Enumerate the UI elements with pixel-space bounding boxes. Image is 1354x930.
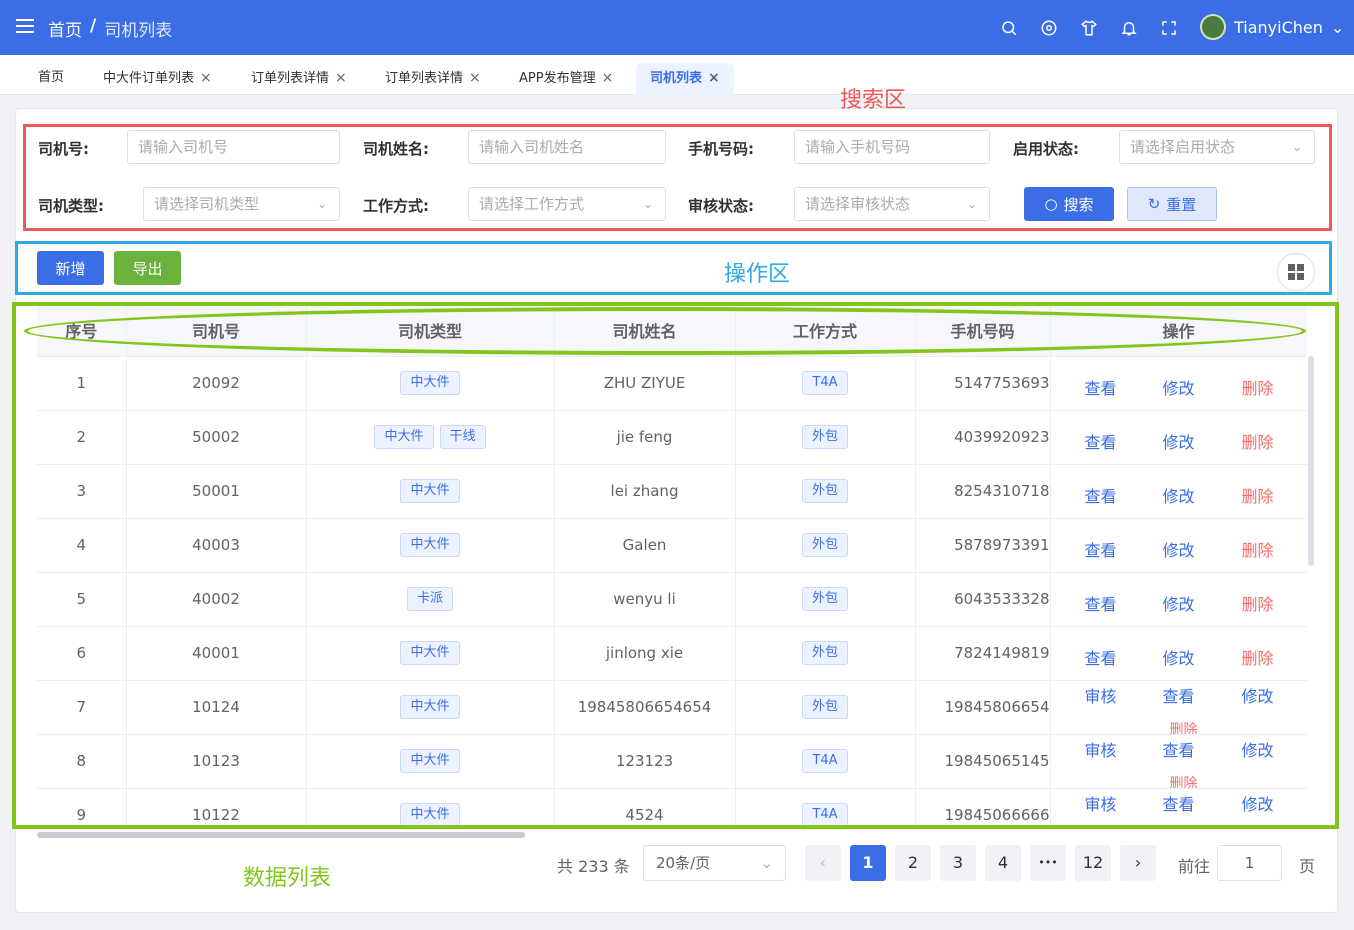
chevron-down-icon: ⌄ (642, 197, 653, 211)
page-size-select[interactable]: 20条/页 ⌄ (643, 845, 786, 881)
breadcrumb-home[interactable]: 首页 (48, 16, 82, 41)
page-2[interactable]: 2 (895, 845, 931, 881)
phone-input[interactable]: 请输入手机号码 (794, 130, 990, 164)
review-status-label: 审核状态: (688, 197, 754, 215)
tab-driver-list[interactable]: 司机列表 × (636, 63, 734, 95)
grid-icon (1288, 264, 1304, 280)
fullscreen-icon[interactable] (1158, 17, 1180, 39)
tab-order-detail-1[interactable]: 订单列表详情 × (237, 63, 361, 95)
breadcrumb-current: 司机列表 (104, 21, 173, 41)
goto-page-input[interactable]: 1 (1217, 845, 1282, 881)
close-icon[interactable]: × (708, 70, 720, 86)
next-page-button[interactable]: › (1120, 845, 1156, 881)
tab-order-detail-2[interactable]: 订单列表详情 × (371, 63, 495, 95)
driver-no-label: 司机号: (38, 140, 89, 158)
review-status-select[interactable]: 请选择审核状态 ⌄ (794, 187, 990, 221)
github-icon[interactable] (1038, 17, 1060, 39)
work-mode-select[interactable]: 请选择工作方式 ⌄ (468, 187, 666, 221)
driver-type-label: 司机类型: (38, 197, 104, 215)
chevron-down-icon: ⌄ (316, 197, 327, 211)
tab-app-release[interactable]: APP发布管理 × (505, 63, 627, 95)
username: TianyiChen (1234, 17, 1323, 37)
enabled-status-select[interactable]: 请选择启用状态 ⌄ (1119, 130, 1315, 164)
enabled-status-label: 启用状态: (1013, 140, 1079, 158)
search-icon: ○ (1044, 195, 1058, 213)
prev-page-button[interactable]: ‹ (805, 845, 841, 881)
avatar (1200, 14, 1226, 40)
page-3[interactable]: 3 (940, 845, 976, 881)
driver-type-select[interactable]: 请选择司机类型 ⌄ (143, 187, 340, 221)
total-count: 共 233 条 (557, 857, 630, 876)
data-zone-label: 数据列表 (243, 866, 332, 891)
chevron-down-icon: ⌄ (1291, 140, 1302, 154)
search-button[interactable]: ○ 搜索 (1024, 187, 1114, 221)
goto-suffix: 页 (1299, 857, 1316, 876)
chevron-down-icon: ⌄ (966, 197, 977, 211)
tabs-bar: 首页 中大件订单列表 × 订单列表详情 × 订单列表详情 × APP发布管理 × 司机列… (0, 55, 1354, 95)
page-12[interactable]: 12 (1075, 845, 1111, 881)
close-icon[interactable]: × (200, 70, 212, 86)
goto-label: 前往 (1178, 857, 1211, 876)
chevron-down-icon: ⌄ (1330, 17, 1345, 37)
work-mode-label: 工作方式: (363, 197, 429, 215)
column-settings-button[interactable] (1277, 253, 1315, 291)
breadcrumb-separator: / (90, 16, 97, 36)
page-4[interactable]: 4 (985, 845, 1021, 881)
bell-icon[interactable] (1118, 17, 1140, 39)
vertical-scrollbar[interactable] (1308, 356, 1314, 566)
page-1[interactable]: 1 (850, 845, 886, 881)
breadcrumb: 首页 / 司机列表 (48, 16, 172, 41)
close-icon[interactable]: × (335, 70, 347, 86)
driver-name-input[interactable]: 请输入司机姓名 (468, 130, 666, 164)
horizontal-scrollbar[interactable] (37, 832, 525, 838)
close-icon[interactable]: × (469, 70, 481, 86)
chevron-down-icon: ⌄ (760, 854, 773, 872)
menu-toggle-icon[interactable] (16, 19, 34, 35)
data-zone-frame (12, 302, 1339, 829)
search-icon[interactable] (998, 17, 1020, 39)
refresh-icon: ↻ (1147, 195, 1161, 213)
tab-bulky-orders[interactable]: 中大件订单列表 × (89, 63, 226, 95)
tab-home[interactable]: 首页 (24, 63, 78, 95)
top-navbar: 首页 / 司机列表 TianyiChen ⌄ (0, 0, 1354, 55)
search-zone-label: 搜索区 (840, 88, 907, 113)
reset-button[interactable]: ↻ 重置 (1127, 187, 1217, 221)
user-menu[interactable]: TianyiChen ⌄ (1200, 14, 1344, 40)
operation-zone-frame (15, 241, 1332, 295)
close-icon[interactable]: × (602, 70, 614, 86)
phone-label: 手机号码: (688, 140, 754, 158)
shirt-icon[interactable] (1078, 17, 1100, 39)
driver-name-label: 司机姓名: (363, 140, 429, 158)
add-button[interactable]: 新增 (37, 251, 104, 285)
more-pages[interactable]: ••• (1030, 845, 1066, 881)
driver-no-input[interactable]: 请输入司机号 (127, 130, 340, 164)
export-button[interactable]: 导出 (114, 251, 181, 285)
